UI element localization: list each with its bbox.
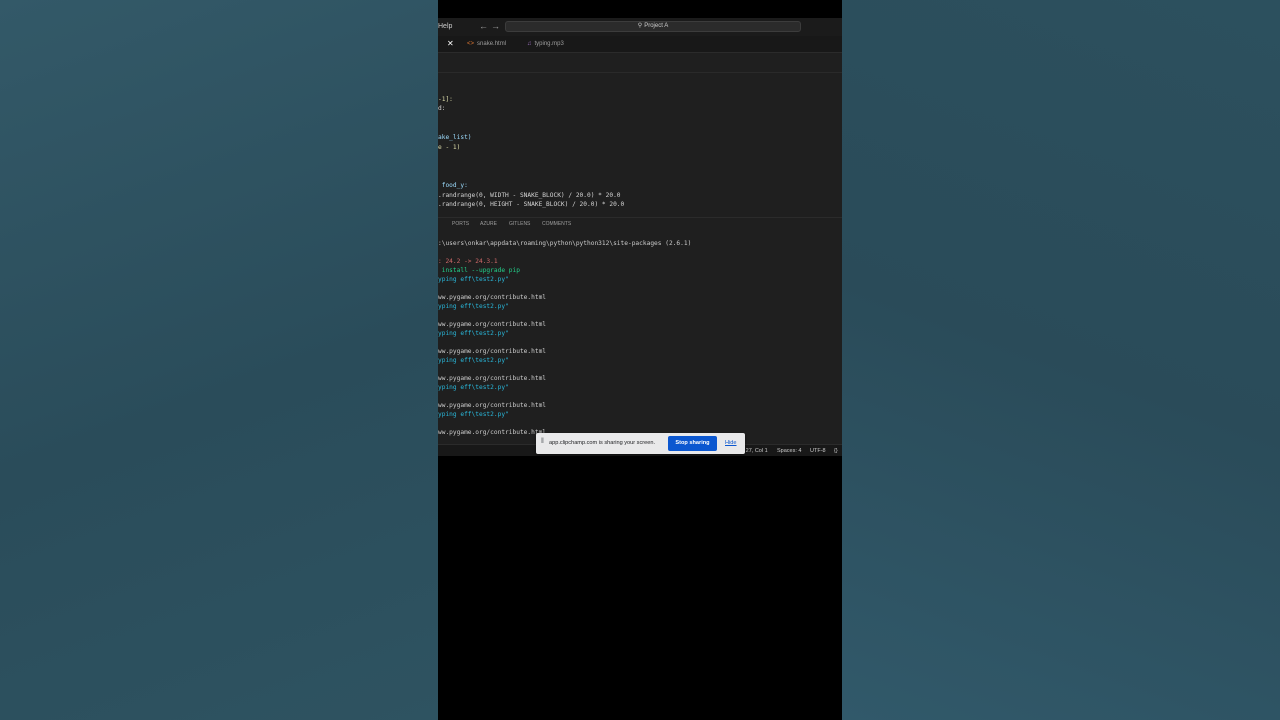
panel-tabs: PORTS AZURE GITLENS COMMENTS (438, 217, 842, 231)
code-line: d: (438, 105, 446, 112)
terminal-output[interactable]: :\users\onkar\appdata\roaming\python\pyt… (438, 231, 842, 438)
terminal-line: ww.pygame.org/contribute.html (438, 321, 547, 328)
encoding[interactable]: UTF-8 (810, 448, 826, 454)
terminal-line: ww.pygame.org/contribute.html (438, 294, 547, 301)
terminal-line: yping eff\test2.py" (438, 384, 509, 391)
share-message: app.clipchamp.com is sharing your screen… (549, 440, 656, 446)
hide-button[interactable]: Hide (725, 440, 737, 446)
language-mode[interactable]: {} (834, 448, 838, 454)
tab-ports[interactable]: PORTS (452, 221, 469, 227)
html-file-icon: <> (467, 41, 475, 47)
terminal-line: ww.pygame.org/contribute.html (438, 402, 547, 409)
editor-tabs: ✕ <> snake.html ♫ typing.mp3 (438, 36, 842, 53)
drag-handle-icon[interactable]: ‖ (541, 438, 544, 445)
terminal-line: :\users\onkar\appdata\roaming\python\pyt… (438, 240, 692, 247)
search-icon: ⚲ (637, 23, 643, 29)
title-bar: Help ← → ⚲ Project A (438, 18, 842, 36)
code-line: ake_list) (438, 134, 472, 141)
screen-share-notification: ‖ app.clipchamp.com is sharing your scre… (536, 433, 745, 454)
vscode-window: Help ← → ⚲ Project A ✕ <> snake.html ♫ typi… (438, 18, 842, 456)
code-editor[interactable]: -1]: d: ake_list) e - 1) food_y: .randra… (438, 74, 842, 216)
terminal-line: yping eff\test2.py" (438, 357, 509, 364)
code-line: e - 1) (438, 144, 461, 151)
command-center-search[interactable]: ⚲ Project A (505, 21, 801, 32)
close-icon[interactable]: ✕ (447, 39, 454, 48)
tab-snake-html[interactable]: <> snake.html (467, 36, 506, 53)
tab-label: typing.mp3 (534, 41, 564, 47)
terminal-line: ww.pygame.org/contribute.html (438, 348, 547, 355)
terminal-line: yping eff\test2.py" (438, 276, 509, 283)
indentation[interactable]: Spaces: 4 (777, 448, 801, 454)
code-line: food_y: (438, 182, 468, 189)
terminal-line: ww.pygame.org/contribute.html (438, 429, 547, 436)
stop-sharing-button[interactable]: Stop sharing (668, 436, 717, 451)
arrow-left-icon[interactable]: ← (479, 21, 488, 31)
tab-typing-mp3[interactable]: ♫ typing.mp3 (527, 36, 564, 53)
project-name: Project A (644, 23, 669, 29)
menu-help[interactable]: Help (438, 23, 452, 30)
video-frame: Help ← → ⚲ Project A ✕ <> snake.html ♫ typi… (438, 0, 842, 720)
terminal-line: : 24.2 -> 24.3.1 (438, 258, 498, 265)
terminal-line: install --upgrade pip (438, 267, 520, 274)
background-right (842, 0, 1280, 720)
audio-file-icon: ♫ (527, 41, 532, 47)
breadcrumb (438, 53, 842, 73)
terminal-line: yping eff\test2.py" (438, 303, 509, 310)
tab-comments[interactable]: COMMENTS (542, 221, 571, 227)
tab-label: snake.html (477, 41, 507, 47)
arrow-right-icon[interactable]: → (491, 21, 500, 31)
terminal-line: yping eff\test2.py" (438, 330, 509, 337)
background-left (0, 0, 438, 720)
tab-azure[interactable]: AZURE (480, 221, 497, 227)
code-line: .randrange(0, WIDTH - SNAKE_BLOCK) / 20.… (438, 192, 621, 199)
code-line: .randrange(0, HEIGHT - SNAKE_BLOCK) / 20… (438, 201, 625, 208)
tab-gitlens[interactable]: GITLENS (509, 221, 530, 227)
code-line: -1]: (438, 96, 453, 103)
terminal-line: ww.pygame.org/contribute.html (438, 375, 547, 382)
terminal-line: yping eff\test2.py" (438, 411, 509, 418)
